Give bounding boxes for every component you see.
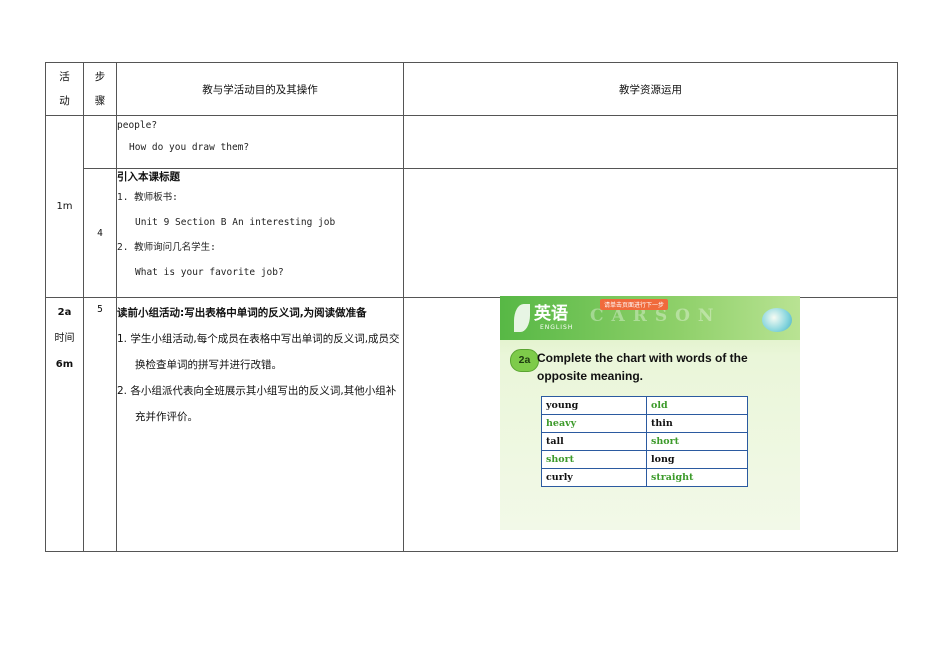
chart-word-right: old — [646, 396, 748, 415]
step-5-title: 读前小组活动:写出表格中单词的反义词,为阅读做准备 — [117, 307, 367, 319]
step-5-item-1: 1. 学生小组活动,每个成员在表格中写出单词的反义词,成员交换检查单词的拼写并进… — [117, 333, 400, 371]
next-step-button[interactable]: 请单击页面进行下一步 — [600, 299, 669, 310]
chart-word-left: short — [541, 450, 647, 469]
header-row: 活 动 步 骤 教与学活动目的及其操作 教学资源运用 — [45, 62, 898, 116]
opposites-chart: young old heavy thin tall short short long curly… — [541, 396, 748, 487]
step-empty-cell — [83, 115, 117, 169]
resource-empty-cell-1 — [403, 115, 898, 169]
chart-word-left: curly — [541, 468, 647, 487]
step-5-item-2: 2. 各小组派代表向全班展示其小组写出的反义词,其他小组补充并作评价。 — [117, 385, 397, 423]
chart-row: short long — [541, 450, 748, 469]
step-5-cell: 5 — [83, 297, 117, 552]
chart-word-right: long — [646, 450, 748, 469]
header-resources: 教学资源运用 — [403, 62, 898, 116]
step-4-cell: 4 — [83, 168, 117, 298]
chart-row: young old — [541, 396, 748, 415]
step-4-title: 引入本课标题 — [117, 171, 180, 183]
step-4-line-1: 1. 教师板书: — [117, 192, 178, 203]
step-4-line-2: Unit 9 Section B An interesting job — [135, 217, 336, 228]
exercise-badge: 2a — [510, 349, 539, 372]
resource-empty-cell-2 — [403, 168, 898, 298]
slide-banner: CARSON 英语 ENGLISH 请单击页面进行下一步 — [500, 296, 800, 340]
chart-word-left: tall — [541, 432, 647, 451]
header-step: 步 骤 — [83, 62, 117, 116]
continued-text-cell: people? How do you draw them? — [116, 115, 404, 169]
chart-word-left: young — [541, 396, 647, 415]
step-4-line-4: What is your favorite job? — [135, 267, 284, 278]
continued-line-2: How do you draw them? — [129, 142, 250, 153]
chart-word-left: heavy — [541, 414, 647, 433]
activity-2a-duration: 6m — [55, 359, 74, 370]
activity-2a-code: 2a — [57, 307, 72, 318]
chart-row: heavy thin — [541, 414, 748, 433]
courseware-slide: CARSON 英语 ENGLISH 请单击页面进行下一步 2a Complete… — [500, 296, 800, 530]
row-step-4: 4 引入本课标题 1. 教师板书: Unit 9 Section B An in… — [46, 168, 898, 298]
step-5-content: 读前小组活动:写出表格中单词的反义词,为阅读做准备 1. 学生小组活动,每个成员… — [116, 297, 404, 552]
header-activity: 活 动 — [45, 62, 84, 116]
chart-word-right: short — [646, 432, 748, 451]
row-previous-continued: 1m people? How do you draw them? — [45, 115, 898, 298]
slide-logo: 英语 — [534, 304, 568, 324]
activity-1m-cell: 1m — [45, 115, 84, 298]
slide-logo-sub: ENGLISH — [540, 324, 574, 331]
leaf-logo-icon — [514, 304, 530, 332]
step-4-content: 引入本课标题 1. 教师板书: Unit 9 Section B An inte… — [116, 168, 404, 298]
exercise-instruction: Complete the chart with words of the opp… — [537, 351, 748, 383]
activity-2a-cell: 2a 时间 6m — [45, 297, 84, 552]
chart-word-right: thin — [646, 414, 748, 433]
chart-row: curly straight — [541, 468, 748, 487]
activity-2a-time-label: 时间 — [54, 333, 75, 344]
continued-line-1: people? — [117, 120, 158, 131]
globe-icon — [762, 308, 792, 332]
chart-row: tall short — [541, 432, 748, 451]
chart-word-right: straight — [646, 468, 748, 487]
step-4-line-3: 2. 教师询问几名学生: — [117, 242, 216, 253]
header-purpose: 教与学活动目的及其操作 — [116, 62, 404, 116]
